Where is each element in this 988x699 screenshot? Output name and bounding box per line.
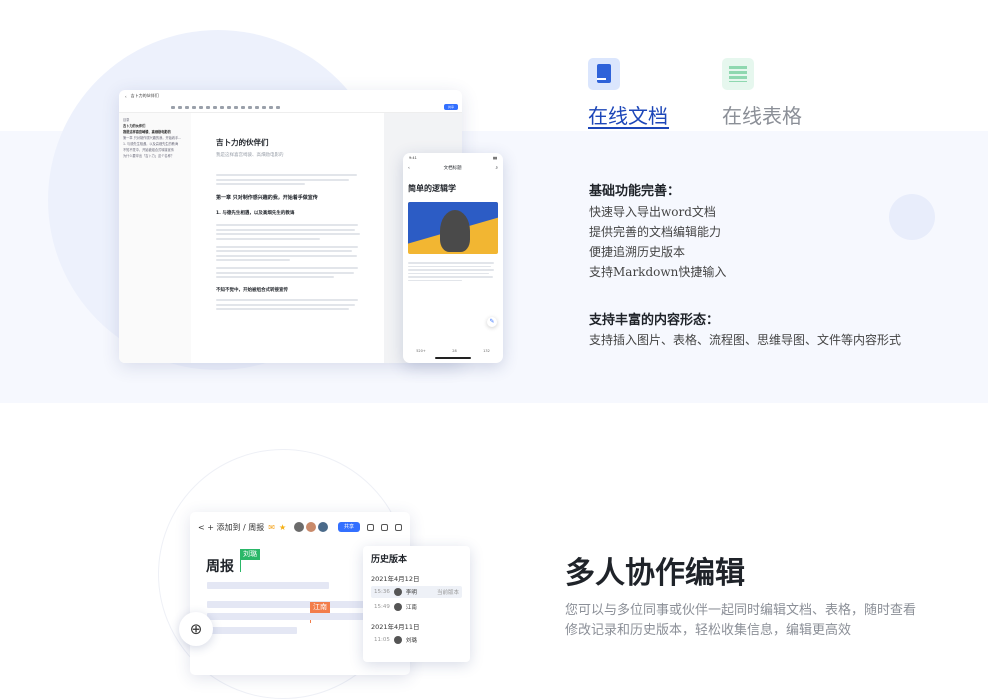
envelope-icon: ✉	[268, 522, 275, 532]
more-icon	[395, 523, 402, 531]
cursor-line	[240, 558, 241, 572]
active-tab-indicator	[588, 127, 669, 129]
phone-doc-mockup: 9:41 ▮▮ ‹ 文档标题 ⌕ 简单的逻辑学 ✎ 520+ 28 132	[403, 153, 503, 363]
placeholder-line	[207, 627, 297, 634]
avatar	[306, 522, 316, 532]
mock-toolbar: 共享	[119, 102, 462, 113]
feature-item: 便捷追溯历史版本	[589, 245, 686, 259]
page: ‹ 吉卜力的伙伴们 共享 目录 吉卜力的伙伴们 我是这样喜宫崎骏、高畑勋电影的 …	[0, 0, 988, 699]
phone-heading: 简单的逻辑学	[408, 184, 456, 193]
basic-features-title: 基础功能完善：	[589, 184, 681, 199]
phone-text-lines	[403, 258, 503, 283]
toc-item: 为什么要拿出「吉卜力」这个名称？	[123, 154, 174, 158]
history-row[interactable]: 15:49 江南	[371, 601, 462, 613]
share-button: 共享	[338, 522, 360, 532]
mock-doc-title: 吉卜力的伙伴们	[216, 138, 269, 147]
phone-bottom-stats: 520+ 28 132	[403, 349, 503, 353]
back-icon: ‹	[125, 93, 127, 99]
collaborator-avatars	[294, 522, 328, 532]
history-row[interactable]: 15:36 李明 当前版本	[371, 586, 462, 598]
placeholder-line	[207, 582, 329, 589]
tab-online-sheet[interactable]: 在线表格	[722, 100, 802, 129]
tab-online-doc[interactable]: 在线文档	[588, 100, 668, 129]
signal-icon: ▮▮	[493, 156, 497, 160]
comment-count: 520+	[416, 349, 426, 353]
like-count: 28	[452, 349, 457, 353]
mock-doc-subtitle: 我是这样喜宫崎骏、高畑勋电影的	[216, 153, 284, 158]
collab-title: 多人协作编辑	[565, 556, 745, 591]
search-icon: ⌕	[495, 166, 498, 171]
history-versions-panel: 历史版本 2021年4月12日 15:36 李明 当前版本 15:49 江南 2…	[363, 546, 470, 662]
back-icon: ‹	[408, 165, 410, 171]
star-count: 132	[483, 349, 490, 353]
mock-section-heading: 1. 与德先生相遇，以及高畑先生的教诲	[216, 211, 295, 216]
feature-item: 支持Markdown快捷输入	[589, 265, 727, 279]
weekly-title: 周报	[206, 559, 234, 575]
weekly-top-bar: < + 添加到 / 周报 ✉ ★ 共享	[190, 512, 410, 542]
mock-toc: 目录 吉卜力的伙伴们 我是这样喜宫崎骏、高畑勋电影的 第一章 只对制作感兴趣的我…	[119, 113, 191, 363]
avatar	[318, 522, 328, 532]
cursor-flag-jiangnan: 江南	[310, 602, 330, 613]
phone-nav: ‹ 文档标题 ⌕	[403, 163, 503, 173]
phone-illustration	[408, 202, 498, 254]
sheet-icon[interactable]	[722, 58, 754, 90]
mock-breadcrumb: 吉卜力的伙伴们	[130, 93, 159, 98]
rich-content-list: 支持插入图片、表格、流程图、思维导图、文件等内容形式	[589, 330, 901, 350]
star-icon: ★	[278, 522, 287, 532]
mock-paper: 吉卜力的伙伴们 我是这样喜宫崎骏、高畑勋电影的 第一章 只对制作感兴趣的我，开始…	[196, 113, 384, 363]
rich-content-title: 支持丰富的内容形态：	[589, 313, 720, 328]
basic-features-list: 快速导入导出word文档 提供完善的文档编辑能力 便捷追溯历史版本 支持Mark…	[589, 202, 726, 282]
mock-chapter-heading: 第一章 只对制作感兴趣的我，开始着手做宣传	[216, 195, 318, 201]
avatar	[393, 636, 402, 644]
avatar	[294, 522, 304, 532]
history-icon	[367, 523, 374, 531]
history-row[interactable]: 11:05 刘璐	[371, 634, 462, 646]
comment-add-icon[interactable]: ⊕	[179, 612, 213, 646]
phone-nav-title: 文档标题	[443, 166, 462, 171]
weekly-breadcrumb: < + 添加到 / 周报	[198, 522, 265, 532]
home-indicator	[435, 357, 471, 359]
cursor-flag-liulu: 刘璐	[240, 549, 260, 560]
phone-time: 9:41	[409, 156, 417, 160]
mock-share-button: 共享	[444, 104, 458, 110]
avatar	[393, 588, 402, 596]
history-title: 历史版本	[371, 555, 408, 565]
history-date: 2021年4月11日	[371, 623, 420, 631]
collab-description: 您可以与多位同事或伙伴一起同时编辑文档、表格，随时查看修改记录和历史版本，轻松收…	[565, 603, 917, 638]
mock-section-heading-2: 不知不觉中，开始被组合式转接宣传	[216, 288, 288, 293]
doc-icon[interactable]	[588, 58, 620, 90]
feature-item: 提供完善的文档编辑能力	[589, 225, 722, 239]
feature-item: 快速导入导出word文档	[589, 205, 716, 219]
edit-fab-icon: ✎	[487, 317, 497, 327]
avatar	[393, 603, 402, 611]
history-date: 2021年4月12日	[371, 575, 420, 583]
feature-item: 支持插入图片、表格、流程图、思维导图、文件等内容形式	[589, 333, 902, 347]
phone-status-bar: 9:41 ▮▮	[403, 153, 503, 163]
bell-icon	[381, 523, 388, 531]
decor-circle-small	[889, 194, 935, 240]
mock-title-bar: ‹ 吉卜力的伙伴们	[119, 90, 462, 102]
